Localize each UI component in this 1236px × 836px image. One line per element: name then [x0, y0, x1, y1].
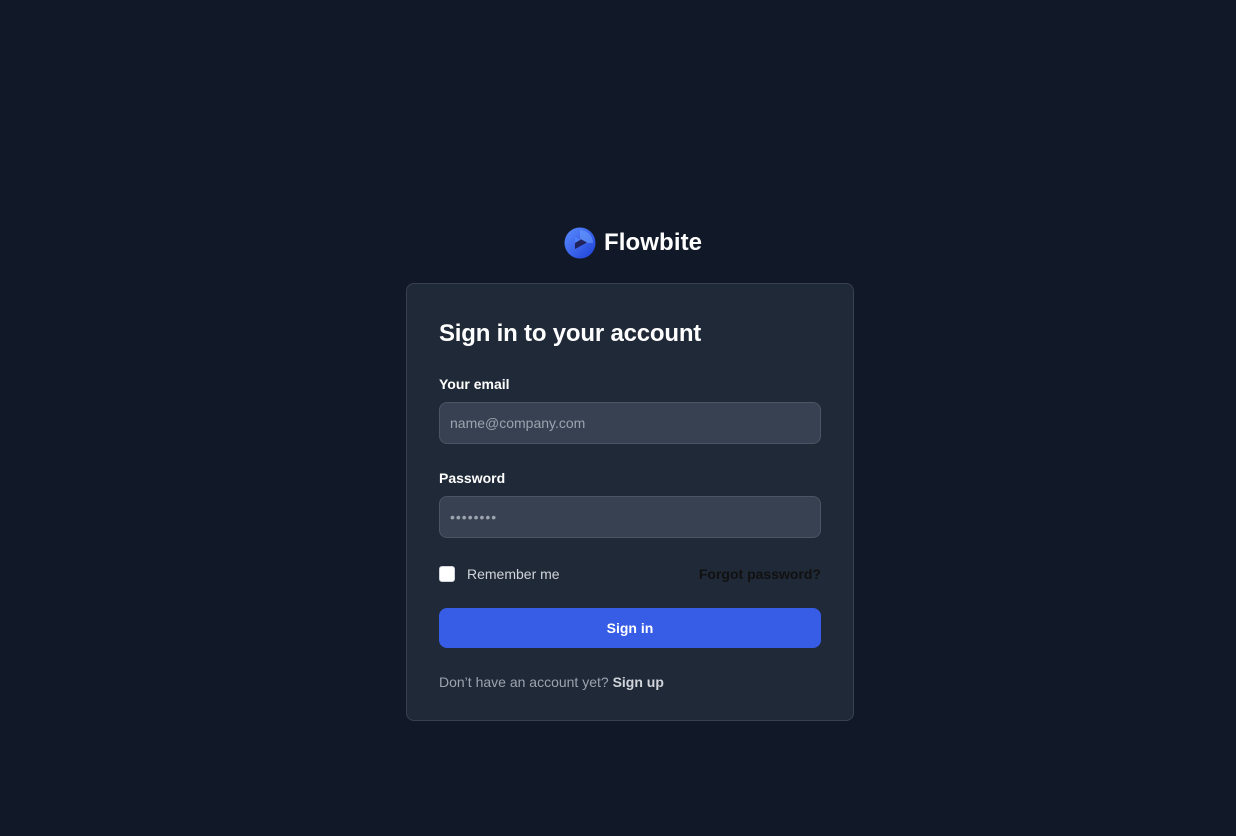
password-input[interactable]: [439, 496, 821, 538]
password-field-group: Password: [439, 468, 821, 538]
remember-me-checkbox[interactable]: [439, 566, 455, 582]
remember-me-label: Remember me: [467, 566, 560, 582]
sign-up-link[interactable]: Sign up: [613, 674, 664, 690]
password-label: Password: [439, 470, 506, 486]
remember-me[interactable]: Remember me: [439, 566, 560, 582]
flowbite-logo-icon: [564, 227, 596, 259]
page-title: Sign in to your account: [439, 320, 702, 347]
sign-in-button[interactable]: Sign in: [439, 608, 821, 648]
options-row: Remember me Forgot password?: [439, 564, 821, 584]
email-field-group: Your email: [439, 374, 821, 444]
brand-name: Flowbite: [604, 229, 703, 256]
signup-prompt-line: Don’t have an account yet? Sign up: [439, 672, 821, 692]
brand-link[interactable]: Flowbite: [564, 227, 702, 259]
email-input[interactable]: [439, 402, 821, 444]
email-label: Your email: [439, 376, 510, 392]
signup-prompt: Don’t have an account yet?: [439, 674, 609, 690]
login-page: Flowbite Sign in to your account Your em…: [0, 0, 1236, 836]
forgot-password-link[interactable]: Forgot password?: [699, 566, 821, 582]
sign-in-card: Sign in to your account Your email Passw…: [406, 283, 854, 721]
